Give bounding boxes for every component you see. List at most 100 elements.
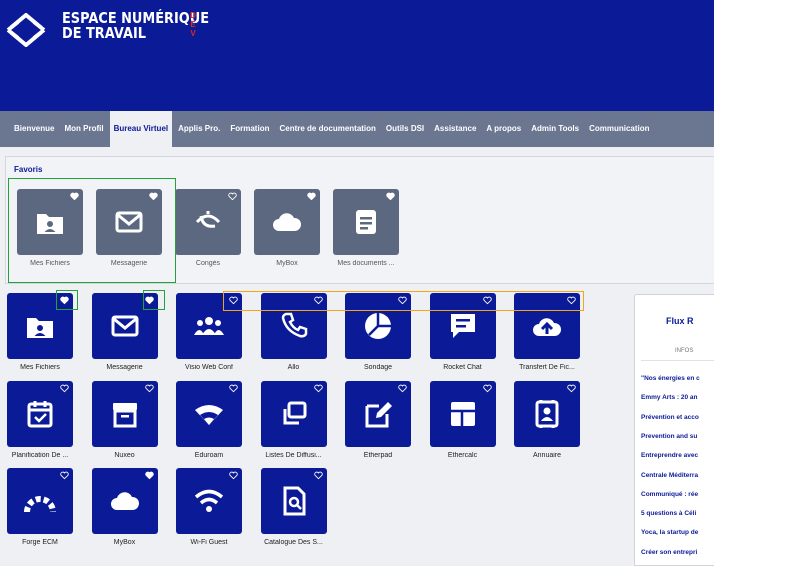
pie-chart-icon <box>365 313 391 339</box>
copy-icon <box>283 401 306 424</box>
nav-item-applis-pro[interactable]: Applis Pro. <box>178 111 220 147</box>
tile-label: Eduroam <box>194 451 224 459</box>
favorite-heart-icon[interactable] <box>313 384 323 393</box>
highlight-favorites-box <box>8 178 176 283</box>
tile-label: Catalogue Des S... <box>264 539 323 546</box>
news-feed-panel: Flux R INFOS "Nos énergies en c Emmy Arts… <box>634 294 714 566</box>
env-badge: D E V <box>189 11 197 38</box>
tile-button[interactable] <box>91 468 158 534</box>
tab-infos[interactable]: INFOS <box>675 348 693 354</box>
tile-label: Rocket Chat <box>443 364 482 371</box>
tile-label: Wi-Fi Guest <box>190 539 228 546</box>
favorite-heart-icon[interactable] <box>229 384 238 393</box>
tile-button[interactable] <box>176 380 242 447</box>
tile-label: Visio Web Conf <box>185 364 233 371</box>
phone-icon <box>281 312 307 338</box>
nav-item-formation[interactable]: Formation <box>230 111 269 147</box>
tile-label: Listes De Diffusi... <box>265 451 322 459</box>
news-item[interactable]: Prevention and su <box>641 433 697 440</box>
tile-button[interactable] <box>260 468 327 534</box>
brand-title[interactable]: ESPACE NUMÉRIQUE DE TRAVAIL <box>62 11 209 41</box>
beach-umbrella-icon <box>195 211 221 228</box>
favorite-heart-icon[interactable] <box>482 384 492 393</box>
group-icon <box>194 317 224 335</box>
news-item[interactable]: Communiqué : rée <box>641 491 698 498</box>
rainbow-icon <box>24 496 56 513</box>
ent-logo-icon[interactable] <box>6 13 46 47</box>
tile-label: MyBox <box>113 539 136 546</box>
contact-book-icon <box>535 399 559 428</box>
tile-button[interactable] <box>260 380 327 447</box>
favorite-heart-icon[interactable] <box>386 192 395 201</box>
tile-label: Planification De ... <box>11 451 69 459</box>
favorite-heart-icon[interactable] <box>60 471 69 480</box>
news-item[interactable]: Centrale Méditerra <box>641 472 698 479</box>
tile-label: Mes Fichiers <box>20 364 60 371</box>
news-item[interactable]: 5 questions à Céli <box>641 510 696 517</box>
favorite-heart-icon[interactable] <box>60 384 69 393</box>
nav-item-outils-dsi[interactable]: Outils DSI <box>386 111 424 147</box>
nav-item-bureau-virtuel[interactable]: Bureau Virtuel <box>109 111 173 147</box>
favorite-heart-icon[interactable] <box>567 384 576 393</box>
news-item[interactable]: Emmy Arts : 20 an <box>641 394 697 401</box>
edit-icon <box>365 401 392 427</box>
tile-label: Forge ECM <box>22 539 58 546</box>
brand-line-2: DE TRAVAIL <box>62 24 146 42</box>
file-search-icon <box>283 486 305 516</box>
tile-label: Sondage <box>363 364 393 371</box>
tile-button[interactable] <box>345 380 411 447</box>
wifi-icon <box>194 489 224 512</box>
tile-button[interactable] <box>333 189 399 255</box>
highlight-hearts-row <box>223 291 584 311</box>
news-feed-title: Flux R <box>666 316 694 326</box>
blank-area <box>714 0 800 566</box>
document-icon <box>356 210 376 234</box>
portal-page: ESPACE NUMÉRIQUE DE TRAVAIL D E V Bienve… <box>0 0 714 566</box>
nav-item-mon-profil[interactable]: Mon Profil <box>64 111 103 147</box>
env-badge-letter: V <box>190 29 196 38</box>
mail-icon <box>111 315 138 337</box>
news-item[interactable]: Créer son entrepri <box>641 549 697 556</box>
news-item[interactable]: Prévention et acco <box>641 414 699 421</box>
tab-divider <box>641 360 714 361</box>
env-badge-letter: D <box>190 11 196 20</box>
tile-label: Allo <box>287 364 300 371</box>
favorite-heart-icon[interactable] <box>144 471 154 480</box>
main-nav: Bienvenue Mon Profil Bureau Virtuel Applis … <box>0 111 714 147</box>
news-item[interactable]: Entreprendre avec <box>641 452 698 459</box>
tile-button[interactable] <box>429 380 496 447</box>
news-item[interactable]: Yoca, la startup de <box>641 529 698 536</box>
tile-button[interactable] <box>175 189 241 255</box>
tile-label: Congés <box>195 260 221 267</box>
tile-button[interactable] <box>514 380 580 447</box>
favorite-heart-icon[interactable] <box>229 471 238 480</box>
favorite-heart-icon[interactable] <box>144 384 154 393</box>
favorite-heart-icon[interactable] <box>313 471 323 480</box>
tile-label: Etherpad <box>363 451 393 459</box>
cloud-upload-icon <box>533 318 562 336</box>
tile-label: Messagerie <box>106 364 143 371</box>
tile-button[interactable] <box>176 468 242 534</box>
tile-button[interactable] <box>7 468 73 534</box>
cloud-icon <box>110 492 139 510</box>
nav-item-bienvenue[interactable]: Bienvenue <box>14 111 54 147</box>
calc-grid-icon <box>450 401 475 426</box>
nav-item-centre-de-documentation[interactable]: Centre de documentation <box>279 111 375 147</box>
tile-button[interactable] <box>7 380 73 447</box>
favorites-title: Favoris <box>14 165 43 174</box>
tile-button[interactable] <box>254 189 320 255</box>
favorite-heart-icon[interactable] <box>307 192 316 201</box>
cloud-icon <box>273 213 302 231</box>
tile-button[interactable] <box>91 380 158 447</box>
nav-item-assistance[interactable]: Assistance <box>434 111 476 147</box>
tile-label: MyBox <box>276 260 298 267</box>
favorite-heart-icon[interactable] <box>228 192 237 201</box>
favorite-heart-icon[interactable] <box>398 384 407 393</box>
news-item[interactable]: "Nos énergies en c <box>641 375 700 382</box>
nav-item-communication[interactable]: Communication <box>589 111 649 147</box>
highlight-heart-mes-fichiers <box>56 290 78 310</box>
nav-item-a-propos[interactable]: A propos <box>486 111 521 147</box>
folder-user-icon <box>27 318 53 338</box>
chat-icon <box>450 314 475 338</box>
nav-item-admin-tools[interactable]: Admin Tools <box>531 111 579 147</box>
